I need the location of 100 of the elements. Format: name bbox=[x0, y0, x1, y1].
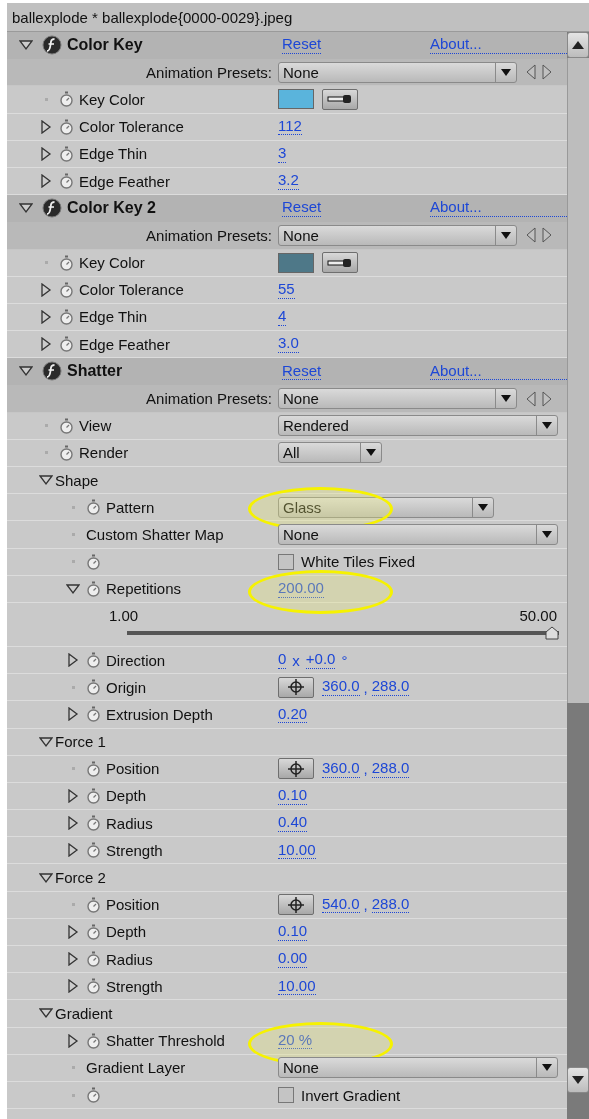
twirl-triangle-icon[interactable] bbox=[39, 174, 53, 189]
twirl-triangle-icon[interactable] bbox=[39, 337, 53, 352]
twirl-triangle-icon[interactable] bbox=[66, 816, 80, 831]
stopwatch-icon[interactable] bbox=[85, 896, 101, 913]
value-link[interactable]: 55 bbox=[278, 281, 295, 299]
twirl-triangle-icon[interactable] bbox=[66, 843, 80, 858]
twirl-triangle-icon[interactable] bbox=[66, 653, 80, 668]
value-link[interactable]: 0.10 bbox=[278, 787, 308, 805]
twirl-triangle-icon[interactable] bbox=[39, 870, 53, 885]
value-link[interactable]: 3 bbox=[278, 145, 287, 163]
scrollbar[interactable] bbox=[567, 32, 589, 1119]
previous-preset-icon[interactable] bbox=[525, 227, 537, 244]
stopwatch-icon[interactable] bbox=[85, 815, 101, 832]
value-link[interactable]: 540.0 bbox=[322, 895, 360, 914]
dropdown[interactable]: All bbox=[278, 442, 382, 464]
value-link[interactable]: 3.0 bbox=[278, 335, 299, 353]
checkbox[interactable] bbox=[278, 1087, 294, 1104]
value-link[interactable]: 3.2 bbox=[278, 172, 299, 190]
effect-fx-icon[interactable] bbox=[42, 198, 62, 219]
value-link[interactable]: 0.20 bbox=[278, 705, 308, 724]
value-link[interactable]: 0 bbox=[278, 651, 287, 669]
value-link[interactable]: 288.0 bbox=[371, 895, 410, 914]
crosshair-button[interactable] bbox=[278, 758, 314, 780]
slider-thumb[interactable] bbox=[545, 625, 559, 640]
previous-preset-icon[interactable] bbox=[525, 64, 537, 81]
twirl-triangle-icon[interactable] bbox=[66, 1033, 80, 1048]
stopwatch-icon[interactable] bbox=[85, 580, 101, 597]
twirl-triangle-icon[interactable] bbox=[66, 788, 80, 803]
value-link[interactable]: 360.0 bbox=[322, 678, 360, 696]
value-link[interactable]: 112 bbox=[278, 117, 302, 136]
twirl-triangle-icon[interactable] bbox=[66, 924, 80, 939]
reset-link[interactable]: Reset bbox=[282, 362, 322, 381]
twirl-triangle-icon[interactable] bbox=[39, 146, 53, 161]
crosshair-button[interactable] bbox=[278, 894, 314, 916]
eyedropper-button[interactable] bbox=[322, 252, 358, 274]
stopwatch-icon[interactable] bbox=[58, 417, 74, 434]
twirl-triangle-icon[interactable] bbox=[66, 707, 80, 722]
stopwatch-icon[interactable] bbox=[58, 308, 74, 325]
value-link[interactable]: 0.40 bbox=[278, 814, 308, 832]
twirl-triangle-icon[interactable] bbox=[39, 282, 53, 297]
stopwatch-icon[interactable] bbox=[85, 499, 101, 516]
stopwatch-icon[interactable] bbox=[85, 760, 101, 777]
dropdown[interactable]: None bbox=[278, 1057, 558, 1079]
value-link[interactable]: 10.00 bbox=[278, 977, 316, 996]
color-swatch[interactable] bbox=[278, 252, 314, 273]
stopwatch-icon[interactable] bbox=[58, 281, 74, 298]
stopwatch-icon[interactable] bbox=[85, 553, 101, 570]
dropdown[interactable]: Rendered bbox=[278, 415, 558, 437]
next-preset-icon[interactable] bbox=[541, 227, 553, 244]
previous-preset-icon[interactable] bbox=[525, 390, 537, 407]
dropdown[interactable]: None bbox=[278, 523, 558, 545]
scroll-up-button[interactable] bbox=[567, 32, 589, 58]
eyedropper-button[interactable] bbox=[322, 88, 358, 110]
reset-link[interactable]: Reset bbox=[282, 199, 322, 217]
stopwatch-icon[interactable] bbox=[85, 1032, 101, 1049]
stopwatch-icon[interactable] bbox=[85, 787, 101, 804]
dropdown[interactable]: Glass bbox=[278, 496, 494, 518]
presets-dropdown[interactable]: None bbox=[278, 388, 517, 410]
twirl-triangle-icon[interactable] bbox=[39, 119, 53, 134]
value-link[interactable]: +0.0 bbox=[305, 651, 336, 669]
next-preset-icon[interactable] bbox=[541, 64, 553, 81]
value-link[interactable]: 0.10 bbox=[278, 923, 308, 941]
twirl-triangle-icon[interactable] bbox=[39, 734, 53, 749]
value-link[interactable]: 4 bbox=[278, 308, 287, 326]
crosshair-button[interactable] bbox=[278, 676, 314, 698]
scroll-down-button[interactable] bbox=[567, 1067, 589, 1093]
stopwatch-icon[interactable] bbox=[85, 978, 101, 995]
value-link[interactable]: 20 % bbox=[278, 1031, 313, 1050]
stopwatch-icon[interactable] bbox=[58, 444, 74, 461]
effect-fx-icon[interactable] bbox=[42, 361, 62, 382]
stopwatch-icon[interactable] bbox=[85, 1087, 101, 1104]
stopwatch-icon[interactable] bbox=[85, 706, 101, 723]
checkbox[interactable] bbox=[278, 553, 294, 570]
effect-fx-icon[interactable] bbox=[42, 35, 62, 56]
color-swatch[interactable] bbox=[278, 89, 314, 110]
stopwatch-icon[interactable] bbox=[58, 91, 74, 108]
stopwatch-icon[interactable] bbox=[85, 652, 101, 669]
stopwatch-icon[interactable] bbox=[58, 254, 74, 271]
stopwatch-icon[interactable] bbox=[58, 173, 74, 190]
presets-dropdown[interactable]: None bbox=[278, 224, 517, 246]
stopwatch-icon[interactable] bbox=[85, 951, 101, 968]
value-link[interactable]: 10.00 bbox=[278, 841, 316, 860]
value-link[interactable]: 288.0 bbox=[371, 678, 410, 696]
stopwatch-icon[interactable] bbox=[58, 118, 74, 135]
twirl-triangle-icon[interactable] bbox=[66, 581, 80, 596]
stopwatch-icon[interactable] bbox=[58, 145, 74, 162]
stopwatch-icon[interactable] bbox=[85, 679, 101, 696]
stopwatch-icon[interactable] bbox=[58, 336, 74, 353]
stopwatch-icon[interactable] bbox=[85, 923, 101, 940]
twirl-triangle-icon[interactable] bbox=[66, 952, 80, 967]
twirl-triangle-icon[interactable] bbox=[39, 309, 53, 324]
presets-dropdown[interactable]: None bbox=[278, 61, 517, 83]
scrollbar-thumb[interactable] bbox=[567, 58, 589, 703]
value-link[interactable]: 288.0 bbox=[371, 760, 410, 778]
stopwatch-icon[interactable] bbox=[85, 842, 101, 859]
value-link[interactable]: 200.00 bbox=[278, 580, 324, 598]
value-link[interactable]: 0.00 bbox=[278, 950, 308, 968]
twirl-triangle-icon[interactable] bbox=[66, 979, 80, 994]
next-preset-icon[interactable] bbox=[541, 390, 553, 407]
reset-link[interactable]: Reset bbox=[282, 36, 322, 54]
